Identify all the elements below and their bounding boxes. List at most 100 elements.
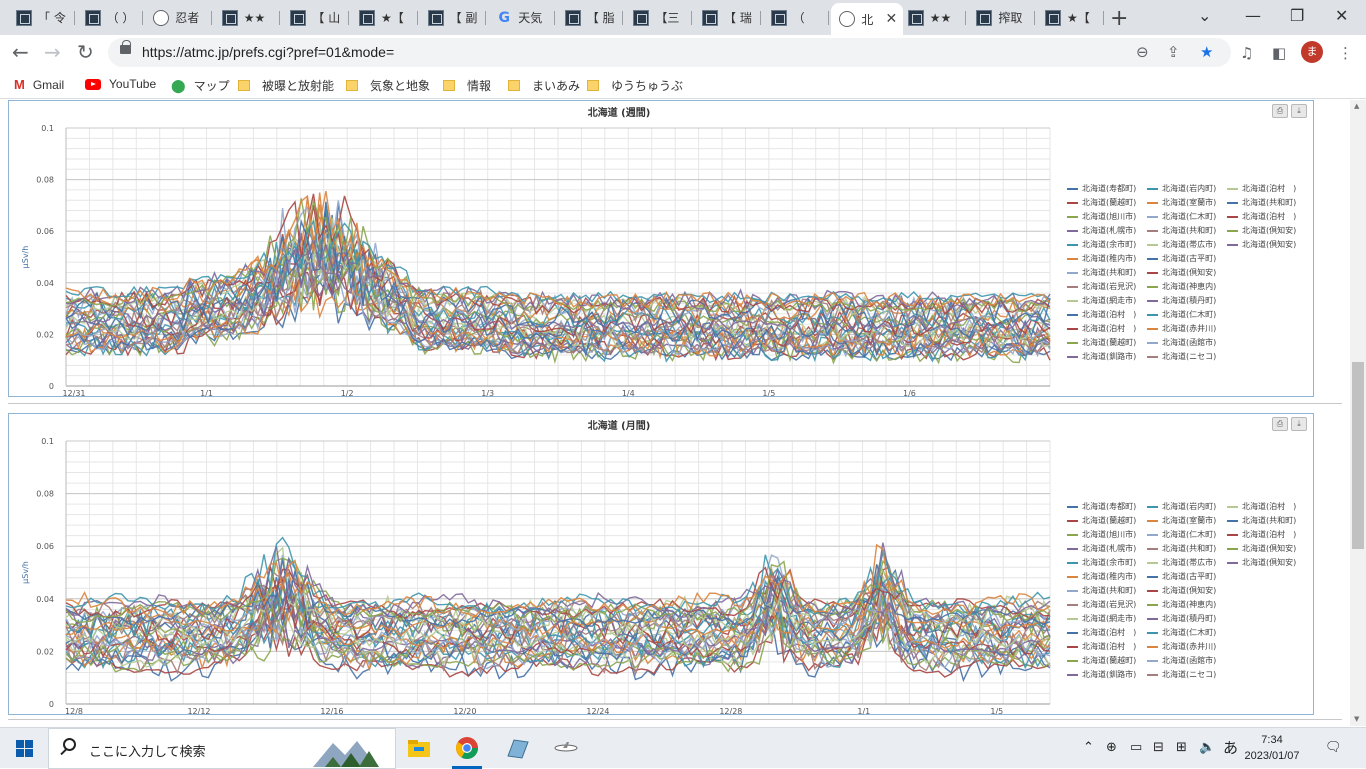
tab-search-chevron-icon[interactable]: ⌄ bbox=[1198, 6, 1211, 25]
page-scrollbar[interactable]: ▲ ▼ bbox=[1350, 100, 1366, 726]
legend-item[interactable]: 北海道(倶知安) bbox=[1147, 585, 1216, 596]
ime-indicator[interactable]: あ bbox=[1223, 737, 1238, 758]
legend-item[interactable]: 北海道(帯広市) bbox=[1147, 239, 1216, 250]
legend-item[interactable]: 北海道(神恵内) bbox=[1147, 599, 1216, 610]
bookmark-folder-maiami[interactable]: まいあみ bbox=[508, 77, 580, 94]
browser-tab[interactable]: ★★ bbox=[214, 4, 281, 31]
menu-kebab-icon[interactable]: ⋮ bbox=[1338, 44, 1353, 62]
legend-item[interactable]: 北海道(倶知安) bbox=[1227, 543, 1296, 554]
scroll-down-icon[interactable]: ▼ bbox=[1354, 715, 1359, 723]
minimize-button[interactable]: — bbox=[1245, 6, 1261, 25]
legend-item[interactable]: 北海道(蘭越町) bbox=[1067, 655, 1136, 666]
lock-icon[interactable] bbox=[120, 40, 131, 54]
browser-tab[interactable]: 北 ✕ bbox=[831, 3, 904, 35]
tray-chevron-up-icon[interactable]: ⌃ bbox=[1083, 740, 1094, 755]
browser-tab[interactable]: 【 山 bbox=[282, 4, 349, 31]
bookmark-youtube[interactable]: YouTube bbox=[85, 77, 156, 91]
legend-item[interactable]: 北海道(積丹町) bbox=[1147, 295, 1216, 306]
address-bar[interactable]: https://atmc.jp/prefs.cgi?pref=01&mode= … bbox=[108, 38, 1231, 67]
scroll-up-icon[interactable]: ▲ bbox=[1354, 102, 1359, 110]
legend-item[interactable]: 北海道(倶知安) bbox=[1227, 225, 1296, 236]
legend-item[interactable]: 北海道(余市町) bbox=[1067, 557, 1136, 568]
browser-tab[interactable]: 【 副 bbox=[420, 4, 487, 31]
bookmark-gmail[interactable]: M Gmail bbox=[14, 77, 64, 92]
app-airplane-icon[interactable] bbox=[553, 736, 579, 760]
legend-item[interactable]: 北海道(旭川市) bbox=[1067, 211, 1136, 222]
legend-item[interactable]: 北海道(岩内町) bbox=[1147, 183, 1216, 194]
legend-item[interactable]: 北海道(寿都町) bbox=[1067, 183, 1136, 194]
browser-tab[interactable]: ★★ bbox=[900, 4, 967, 31]
profile-avatar[interactable]: ま bbox=[1301, 41, 1323, 63]
tray-people-icon[interactable]: ⊕ bbox=[1106, 740, 1117, 755]
print-chart-icon[interactable]: ⎙ bbox=[1272, 417, 1288, 431]
legend-item[interactable]: 北海道(共和町) bbox=[1227, 197, 1296, 208]
legend-item[interactable]: 北海道(仁木町) bbox=[1147, 529, 1216, 540]
legend-item[interactable]: 北海道(泊村 ) bbox=[1067, 309, 1136, 320]
bookmark-folder-hibaku[interactable]: 被曝と放射能 bbox=[238, 77, 334, 94]
legend-item[interactable]: 北海道(共和町) bbox=[1067, 585, 1136, 596]
bookmark-maps[interactable]: ⬤ マップ bbox=[171, 77, 230, 94]
legend-item[interactable]: 北海道(岩見沢) bbox=[1067, 599, 1136, 610]
legend-item[interactable]: 北海道(網走市) bbox=[1067, 613, 1136, 624]
browser-tab[interactable]: 【三 bbox=[625, 4, 692, 31]
legend-item[interactable]: 北海道(網走市) bbox=[1067, 295, 1136, 306]
legend-item[interactable]: 北海道(稚内市) bbox=[1067, 253, 1136, 264]
browser-tab[interactable]: 忍者 bbox=[145, 4, 212, 31]
legend-item[interactable]: 北海道(釧路市) bbox=[1067, 351, 1136, 362]
windows-start-icon[interactable] bbox=[16, 740, 33, 757]
legend-item[interactable]: 北海道(共和町) bbox=[1147, 225, 1216, 236]
back-arrow-icon[interactable]: ← bbox=[12, 40, 29, 64]
reload-icon[interactable]: ↻ bbox=[77, 40, 94, 64]
legend-item[interactable]: 北海道(仁木町) bbox=[1147, 627, 1216, 638]
legend-item[interactable]: 北海道(共和町) bbox=[1227, 515, 1296, 526]
zoom-icon[interactable]: ⊖ bbox=[1136, 43, 1149, 61]
chrome-icon[interactable] bbox=[454, 736, 480, 760]
media-control-icon[interactable]: ♫ bbox=[1240, 44, 1253, 62]
legend-item[interactable]: 北海道(函館市) bbox=[1147, 655, 1216, 666]
legend-item[interactable]: 北海道(岩見沢) bbox=[1067, 281, 1136, 292]
browser-tab[interactable]: ★【 bbox=[1037, 4, 1104, 31]
legend-item[interactable]: 北海道(泊村 ) bbox=[1067, 627, 1136, 638]
download-chart-icon[interactable]: ⤓ bbox=[1291, 104, 1307, 118]
legend-item[interactable]: 北海道(古平町) bbox=[1147, 571, 1216, 582]
legend-item[interactable]: 北海道(蘭越町) bbox=[1067, 337, 1136, 348]
share-icon[interactable]: ⇪ bbox=[1167, 43, 1180, 61]
bookmark-folder-kisho[interactable]: 気象と地象 bbox=[346, 77, 430, 94]
browser-tab[interactable]: 【 脂 bbox=[557, 4, 624, 31]
legend-item[interactable]: 北海道(余市町) bbox=[1067, 239, 1136, 250]
legend-item[interactable]: 北海道(共和町) bbox=[1147, 543, 1216, 554]
forward-arrow-icon[interactable]: → bbox=[44, 40, 61, 64]
legend-item[interactable]: 北海道(倶知安) bbox=[1147, 267, 1216, 278]
browser-tab[interactable]: 【 瑞 bbox=[694, 4, 761, 31]
legend-item[interactable]: 北海道(共和町) bbox=[1067, 267, 1136, 278]
legend-item[interactable]: 北海道(札幌市) bbox=[1067, 225, 1136, 236]
app-tablet-icon[interactable] bbox=[504, 736, 530, 760]
browser-tab[interactable]: （ bbox=[763, 4, 830, 31]
tray-network-icon[interactable]: ⊟ bbox=[1153, 740, 1164, 755]
legend-item[interactable]: 北海道(泊村 ) bbox=[1227, 183, 1296, 194]
legend-item[interactable]: 北海道(仁木町) bbox=[1147, 309, 1216, 320]
new-tab-button[interactable]: + bbox=[1110, 6, 1128, 31]
legend-item[interactable]: 北海道(ニセコ) bbox=[1147, 669, 1216, 680]
taskbar-clock[interactable]: 7:34 2023/01/07 bbox=[1242, 732, 1302, 764]
legend-item[interactable]: 北海道(寿都町) bbox=[1067, 501, 1136, 512]
browser-tab[interactable]: G 天気 bbox=[488, 4, 555, 31]
legend-item[interactable]: 北海道(倶知安) bbox=[1227, 557, 1296, 568]
tray-volume-icon[interactable]: 🔈 bbox=[1199, 740, 1215, 755]
legend-item[interactable]: 北海道(赤井川) bbox=[1147, 323, 1216, 334]
legend-item[interactable]: 北海道(積丹町) bbox=[1147, 613, 1216, 624]
taskbar-search-box[interactable]: ここに入力して検索 bbox=[48, 728, 396, 769]
bookmark-folder-youtube[interactable]: ゆうちゅうぶ bbox=[587, 77, 683, 94]
notification-icon[interactable]: 🗨 bbox=[1325, 740, 1342, 755]
bookmark-folder-joho[interactable]: 情報 bbox=[443, 77, 491, 94]
download-chart-icon[interactable]: ⤓ bbox=[1291, 417, 1307, 431]
print-chart-icon[interactable]: ⎙ bbox=[1272, 104, 1288, 118]
legend-item[interactable]: 北海道(泊村 ) bbox=[1227, 529, 1296, 540]
legend-item[interactable]: 北海道(室蘭市) bbox=[1147, 515, 1216, 526]
browser-tab[interactable]: 搾取 bbox=[968, 4, 1035, 31]
close-window-button[interactable]: ✕ bbox=[1335, 6, 1348, 25]
maximize-button[interactable]: ❐ bbox=[1290, 6, 1304, 25]
bookmark-star-icon[interactable]: ★ bbox=[1200, 43, 1213, 61]
side-panel-icon[interactable]: ◧ bbox=[1272, 44, 1286, 62]
legend-item[interactable]: 北海道(室蘭市) bbox=[1147, 197, 1216, 208]
